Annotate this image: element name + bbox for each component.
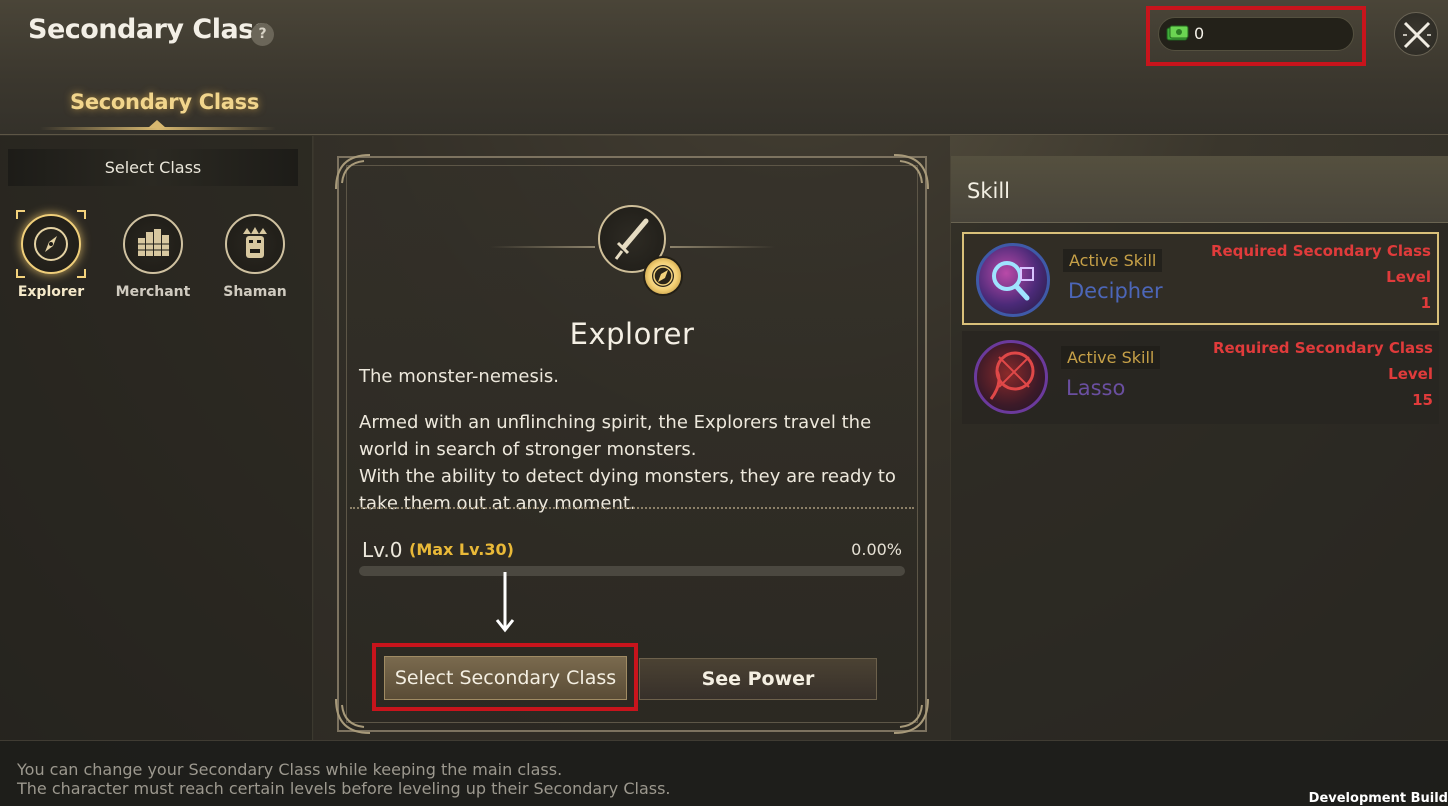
- class-item-shaman[interactable]: Shaman: [210, 214, 300, 314]
- frame-ornament-top-right: [893, 154, 929, 190]
- footer-hint-1: You can change your Secondary Class whil…: [17, 760, 563, 779]
- compass-icon: [21, 214, 81, 274]
- skill-type-label: Active Skill: [1061, 346, 1161, 369]
- footer-hint-2: The character must reach certain levels …: [17, 779, 671, 798]
- currency-value: 0: [1194, 24, 1205, 43]
- class-label-merchant: Merchant: [115, 284, 191, 300]
- class-label-shaman: Shaman: [223, 284, 287, 300]
- class-name: Explorer: [569, 317, 695, 351]
- close-icon: [1403, 21, 1431, 49]
- max-level-label: (Max Lv.30): [409, 540, 514, 559]
- required-level-label: Required Secondary Class Level: [1212, 339, 1433, 383]
- arrow-down-icon: [495, 572, 515, 633]
- required-level-value: 15: [1412, 391, 1433, 409]
- skill-header: [951, 156, 1448, 223]
- magnifier-icon: [976, 243, 1050, 317]
- select-secondary-class-button[interactable]: Select Secondary Class: [384, 656, 627, 700]
- skill-item-decipher[interactable]: Active Skill Decipher Required Secondary…: [962, 232, 1439, 325]
- tab-secondary-class[interactable]: Secondary Class: [70, 90, 259, 114]
- coin-stack-icon: [123, 214, 183, 274]
- emblem-line-right: [670, 246, 775, 248]
- skill-name-lasso: Lasso: [1066, 376, 1126, 400]
- required-level-value: 1: [1420, 294, 1431, 312]
- class-label-explorer: Explorer: [17, 284, 85, 300]
- compass-badge-icon: [643, 256, 683, 296]
- totem-icon: [225, 214, 285, 274]
- tab-active-caret: [148, 120, 166, 128]
- development-build-label: Development Build: [1308, 791, 1448, 806]
- skill-item-lasso[interactable]: Active Skill Lasso Required Secondary Cl…: [962, 331, 1439, 424]
- description-paragraph-1: Armed with an unflinching spirit, the Ex…: [359, 412, 872, 460]
- skill-type-label: Active Skill: [1063, 249, 1163, 272]
- see-power-button[interactable]: See Power: [639, 658, 877, 700]
- frame-ornament-bottom-right: [893, 698, 929, 734]
- frame-ornament-top-left: [335, 154, 371, 190]
- description-divider: [350, 507, 914, 509]
- level-label: Lv.0: [362, 538, 403, 562]
- class-item-merchant[interactable]: Merchant: [108, 214, 198, 314]
- close-button[interactable]: [1394, 12, 1438, 56]
- progress-percent: 0.00%: [851, 540, 902, 559]
- skill-name-decipher: Decipher: [1068, 279, 1163, 303]
- frame-ornament-bottom-left: [335, 698, 371, 734]
- emblem-line-left: [490, 246, 595, 248]
- skill-required-level: Required Secondary Class Level 1: [1161, 238, 1431, 316]
- money-icon: [1166, 25, 1190, 43]
- page-title: Secondary Class: [28, 14, 270, 45]
- class-item-explorer[interactable]: Explorer: [6, 210, 96, 314]
- level-progress-bar: [359, 566, 905, 576]
- required-level-label: Required Secondary Class Level: [1210, 242, 1431, 286]
- class-tagline: The monster-nemesis.: [359, 366, 559, 387]
- select-class-header: Select Class: [8, 149, 298, 186]
- help-icon[interactable]: ?: [251, 23, 274, 46]
- lasso-icon: [974, 340, 1048, 414]
- skill-title: Skill: [967, 179, 1010, 203]
- skill-required-level: Required Secondary Class Level 15: [1163, 335, 1433, 413]
- class-description: Armed with an unflinching spirit, the Ex…: [359, 409, 904, 517]
